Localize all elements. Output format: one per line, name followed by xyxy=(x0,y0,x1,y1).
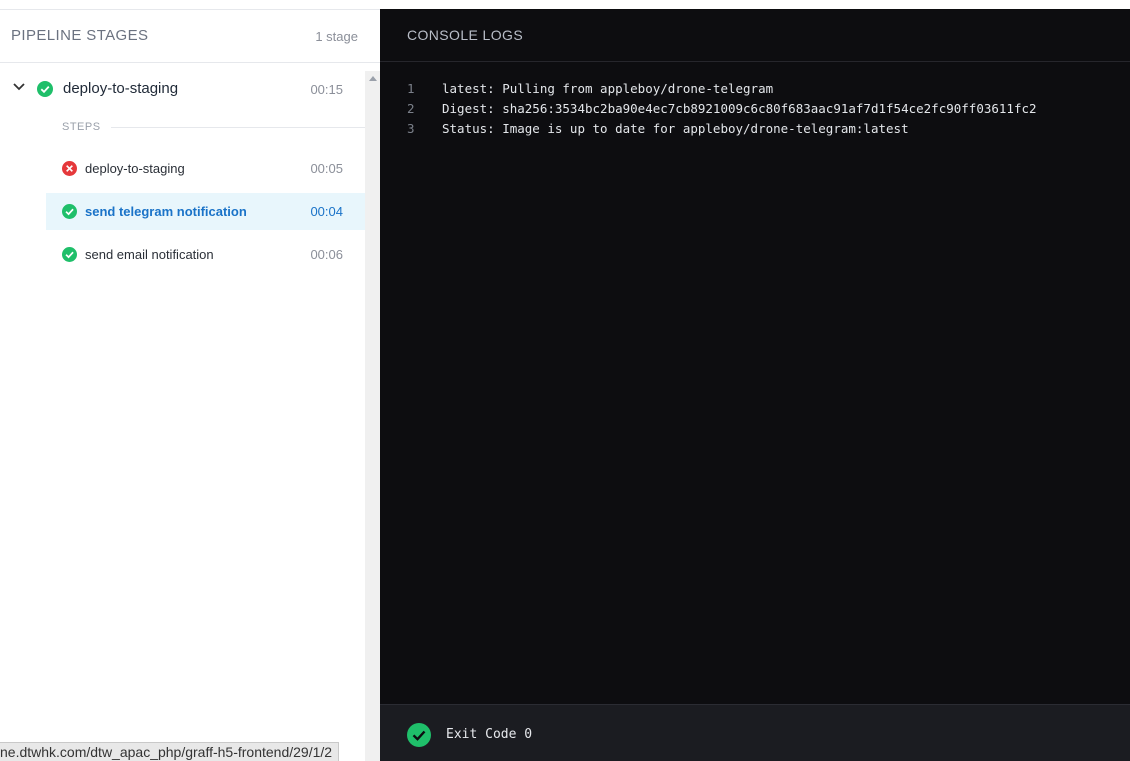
link-url-tooltip: ne.dtwhk.com/dtw_apac_php/graff-h5-front… xyxy=(0,742,340,761)
vertical-scrollbar[interactable] xyxy=(365,71,380,761)
success-check-icon xyxy=(37,81,53,102)
step-duration: 00:04 xyxy=(310,204,343,219)
pipeline-stages-title: PIPELINE STAGES xyxy=(11,27,149,44)
step-name: deploy-to-staging xyxy=(85,161,185,176)
console-logs-title: CONSOLE LOGS xyxy=(407,27,524,43)
steps-divider xyxy=(111,127,365,128)
console-logs-header: CONSOLE LOGS xyxy=(380,9,1130,62)
stage-deploy-to-staging[interactable]: deploy-to-staging 00:15 xyxy=(0,74,365,104)
pipeline-stages-header: PIPELINE STAGES 1 stage xyxy=(0,10,380,63)
log-line-text: Status: Image is up to date for appleboy… xyxy=(442,121,909,136)
chevron-down-icon[interactable] xyxy=(12,80,26,94)
stage-name: deploy-to-staging xyxy=(63,80,179,97)
step-send-telegram-notification[interactable]: send telegram notification 00:04 xyxy=(46,193,365,230)
step-name: send telegram notification xyxy=(85,204,247,219)
step-name: send email notification xyxy=(85,247,214,262)
step-duration: 00:05 xyxy=(310,161,343,176)
pipeline-stages-panel: PIPELINE STAGES 1 stage deploy-to-stagin… xyxy=(0,9,380,761)
console-logs-panel: CONSOLE LOGS 1 latest: Pulling from appl… xyxy=(380,9,1130,761)
log-line-number: 3 xyxy=(407,121,415,136)
log-line-number: 1 xyxy=(407,81,415,96)
exit-code-bar: Exit Code 0 xyxy=(380,704,1130,761)
success-check-icon xyxy=(62,204,77,224)
log-line: 3 Status: Image is up to date for appleb… xyxy=(380,121,1130,141)
log-line-number: 2 xyxy=(407,101,415,116)
exit-code-text: Exit Code 0 xyxy=(446,727,533,742)
scroll-up-arrow-icon[interactable] xyxy=(369,76,377,81)
success-check-icon xyxy=(62,247,77,267)
stage-duration: 00:15 xyxy=(310,82,343,97)
stage-count: 1 stage xyxy=(315,29,358,44)
step-send-email-notification[interactable]: send email notification 00:06 xyxy=(46,236,365,273)
failure-x-icon xyxy=(62,161,77,181)
steps-label: STEPS xyxy=(62,121,101,133)
step-deploy-to-staging[interactable]: deploy-to-staging 00:05 xyxy=(46,150,365,187)
log-line: 1 latest: Pulling from appleboy/drone-te… xyxy=(380,81,1130,101)
step-duration: 00:06 xyxy=(310,247,343,262)
console-log-output: 1 latest: Pulling from appleboy/drone-te… xyxy=(380,81,1130,141)
log-line-text: Digest: sha256:3534bc2ba90e4ec7cb8921009… xyxy=(442,101,1037,116)
log-line-text: latest: Pulling from appleboy/drone-tele… xyxy=(442,81,774,96)
log-line: 2 Digest: sha256:3534bc2ba90e4ec7cb89210… xyxy=(380,101,1130,121)
success-check-icon xyxy=(407,723,431,752)
